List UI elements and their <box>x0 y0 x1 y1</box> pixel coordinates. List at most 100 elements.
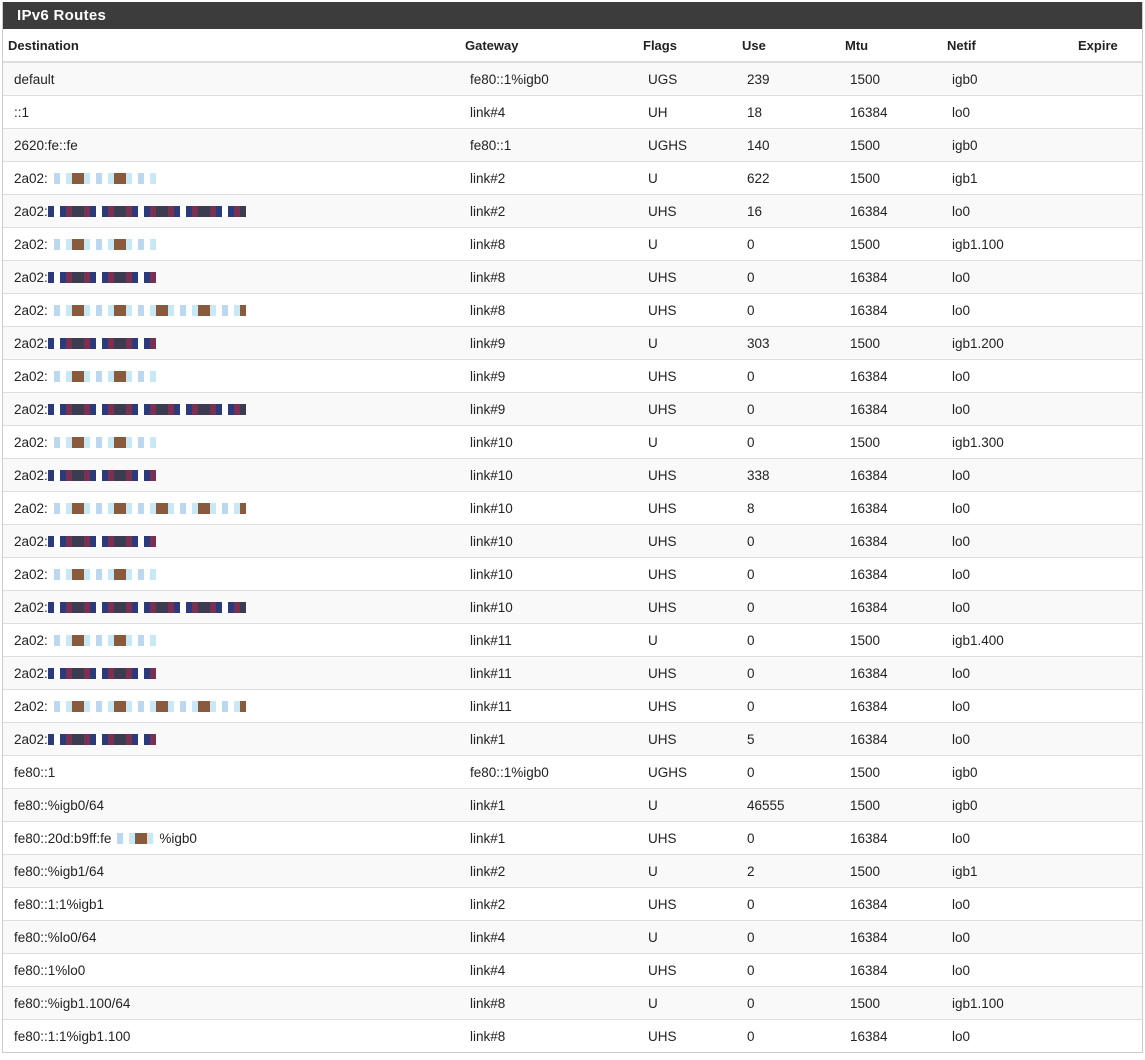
table-row: fe80::1%lo0 link#4 UHS 0 16384 lo0 <box>3 953 1142 987</box>
cell-mtu: 16384 <box>845 689 947 723</box>
table-row: 2a02: link#1 UHS 5 16384 lo0 <box>3 722 1142 756</box>
cell-flags: UHS <box>643 458 742 492</box>
destination-text: 2a02: <box>14 665 48 681</box>
cell-gateway: link#9 <box>465 326 643 360</box>
netif-text: igb1.100 <box>952 236 1004 252</box>
cell-netif: igb1.100 <box>947 986 1078 1020</box>
cell-flags: UGS <box>643 61 742 96</box>
gateway-text: link#10 <box>470 467 513 483</box>
cell-expire <box>1078 425 1142 459</box>
destination-text: 2a02: <box>14 698 48 714</box>
gateway-text: link#11 <box>470 632 512 648</box>
gateway-text: link#8 <box>470 269 506 285</box>
cell-gateway: link#10 <box>465 590 643 624</box>
cell-flags: UHS <box>643 491 742 525</box>
netif-text: igb1.300 <box>952 434 1004 450</box>
flags-text: UHS <box>648 302 677 318</box>
destination-text: 2a02: <box>14 335 48 351</box>
mtu-text: 1500 <box>850 335 881 351</box>
cell-expire <box>1078 623 1142 657</box>
cell-gateway: link#1 <box>465 821 643 855</box>
cell-destination: 2a02: <box>3 425 465 459</box>
destination-text: 2a02: <box>14 731 48 747</box>
cell-destination: fe80::1:1%igb1 <box>3 887 465 921</box>
gateway-text: link#2 <box>470 896 506 912</box>
cell-gateway: link#4 <box>465 953 643 987</box>
cell-flags: UHS <box>643 557 742 591</box>
flags-text: UHS <box>648 830 677 846</box>
destination-text: fe80::%igb1.100/64 <box>14 995 131 1011</box>
destination-text: 2a02: <box>14 269 48 285</box>
gateway-text: link#10 <box>470 434 513 450</box>
cell-use: 8 <box>742 491 845 525</box>
cell-netif: lo0 <box>947 920 1078 954</box>
cell-expire <box>1078 326 1142 360</box>
cell-destination: 2a02: <box>3 227 465 261</box>
cell-mtu: 16384 <box>845 359 947 393</box>
redacted-mosaic <box>47 206 246 218</box>
cell-use: 0 <box>742 986 845 1020</box>
gateway-text: fe80::1%igb0 <box>470 764 549 780</box>
cell-mtu: 1500 <box>845 623 947 657</box>
gateway-text: link#1 <box>470 731 506 747</box>
cell-flags: U <box>643 161 742 195</box>
redacted-mosaic <box>47 569 156 581</box>
cell-use: 0 <box>742 590 845 624</box>
cell-flags: U <box>643 920 742 954</box>
cell-destination: 2a02: <box>3 557 465 591</box>
cell-use: 0 <box>742 656 845 690</box>
cell-netif: igb0 <box>947 128 1078 162</box>
netif-text: igb1.200 <box>952 335 1004 351</box>
table-row: 2a02: link#9 U 303 1500 igb1.200 <box>3 326 1142 360</box>
cell-expire <box>1078 194 1142 228</box>
flags-text: U <box>648 434 658 450</box>
cell-destination: 2a02: <box>3 326 465 360</box>
cell-gateway: link#1 <box>465 788 643 822</box>
table-row: 2a02: link#10 UHS 8 16384 lo0 <box>3 491 1142 525</box>
destination-text: 2a02: <box>14 302 48 318</box>
destination-text: 2a02: <box>14 203 48 219</box>
use-text: 622 <box>747 170 770 186</box>
cell-expire <box>1078 821 1142 855</box>
use-text: 0 <box>747 434 755 450</box>
gateway-text: link#10 <box>470 599 513 615</box>
cell-mtu: 16384 <box>845 722 947 756</box>
gateway-text: link#2 <box>470 203 506 219</box>
destination-text: 2a02: <box>14 533 48 549</box>
cell-flags: UHS <box>643 590 742 624</box>
cell-gateway: link#10 <box>465 425 643 459</box>
destination-text: 2a02: <box>14 566 48 582</box>
cell-gateway: link#8 <box>465 293 643 327</box>
cell-flags: U <box>643 623 742 657</box>
cell-mtu: 16384 <box>845 491 947 525</box>
destination-text: fe80::%lo0/64 <box>14 929 97 945</box>
cell-netif: lo0 <box>947 722 1078 756</box>
cell-mtu: 16384 <box>845 1019 947 1052</box>
use-text: 16 <box>747 203 763 219</box>
cell-destination: 2a02: <box>3 491 465 525</box>
mtu-text: 1500 <box>850 797 881 813</box>
cell-destination: fe80::%igb1.100/64 <box>3 986 465 1020</box>
cell-mtu: 16384 <box>845 953 947 987</box>
cell-expire <box>1078 788 1142 822</box>
use-text: 0 <box>747 665 755 681</box>
use-text: 140 <box>747 137 770 153</box>
table-row: 2a02: link#2 UHS 16 16384 lo0 <box>3 194 1142 228</box>
use-text: 239 <box>747 71 770 87</box>
table-row: fe80::%igb1.100/64 link#8 U 0 1500 igb1.100 <box>3 986 1142 1020</box>
cell-netif: igb1.200 <box>947 326 1078 360</box>
cell-netif: igb1 <box>947 161 1078 195</box>
redacted-mosaic <box>47 536 156 548</box>
table-row: fe80::1:1%igb1 link#2 UHS 0 16384 lo0 <box>3 887 1142 921</box>
cell-gateway: fe80::1%igb0 <box>465 755 643 789</box>
cell-netif: lo0 <box>947 95 1078 129</box>
cell-destination: 2a02: <box>3 689 465 723</box>
cell-destination: 2a02: <box>3 524 465 558</box>
cell-netif: igb1 <box>947 854 1078 888</box>
cell-mtu: 16384 <box>845 293 947 327</box>
cell-expire <box>1078 95 1142 129</box>
cell-gateway: link#11 <box>465 656 643 690</box>
use-text: 0 <box>747 698 755 714</box>
cell-destination: fe80::%lo0/64 <box>3 920 465 954</box>
cell-flags: UHS <box>643 722 742 756</box>
